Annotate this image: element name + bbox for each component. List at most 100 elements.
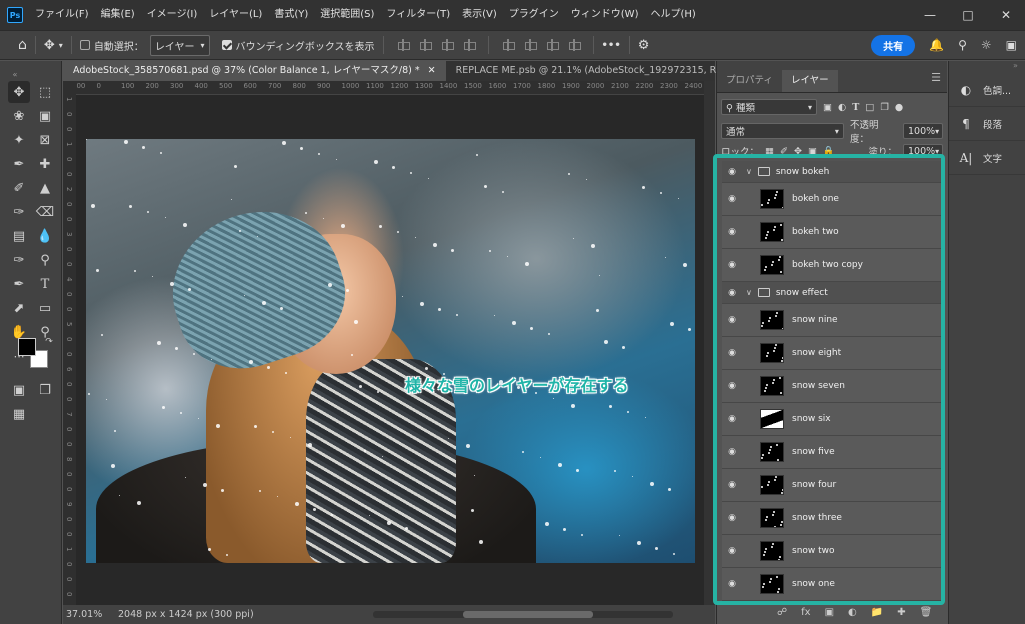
snowflake bbox=[609, 405, 612, 408]
bell-icon[interactable]: 🔔 bbox=[929, 38, 944, 52]
more-options-button[interactable]: ••• bbox=[602, 40, 621, 51]
distribute-vertical-icon[interactable] bbox=[568, 39, 581, 51]
menu-file[interactable]: ファイル(F) bbox=[29, 0, 95, 30]
side-panel-adjustments[interactable]: ◐ 色調... bbox=[949, 73, 1025, 107]
blend-row: 通常 ▾ 不透明度： 100% ▾ bbox=[717, 119, 947, 145]
history-brush-tool-icon[interactable]: ✑ bbox=[8, 201, 30, 223]
ruler-tick-label: 0 bbox=[65, 397, 73, 402]
adjustment-layer-icon[interactable]: ◐ bbox=[848, 607, 857, 618]
brush-tool-icon[interactable]: ✐ bbox=[8, 177, 30, 199]
eraser-tool-icon[interactable]: ⌫ bbox=[34, 201, 56, 223]
auto-select-checkbox[interactable] bbox=[79, 40, 90, 50]
pixel-filter-icon[interactable]: ▣ bbox=[823, 102, 832, 113]
menu-window[interactable]: ウィンドウ(W) bbox=[565, 0, 645, 30]
swap-colors-icon[interactable]: ↷ bbox=[38, 331, 60, 353]
magic-wand-tool-icon[interactable]: ✦ bbox=[8, 129, 30, 151]
link-layers-icon[interactable]: ☍ bbox=[777, 607, 787, 618]
workspace-icon[interactable]: ▣ bbox=[1006, 38, 1017, 52]
maximize-icon[interactable]: □ bbox=[949, 0, 987, 30]
close-icon[interactable]: ✕ bbox=[987, 0, 1025, 30]
menu-edit[interactable]: 編集(E) bbox=[95, 0, 141, 30]
dodge-tool-icon[interactable]: ⚲ bbox=[34, 249, 56, 271]
side-panel-character[interactable]: A| 文字 bbox=[949, 141, 1025, 175]
align-middle-icon[interactable] bbox=[524, 39, 537, 51]
minimize-icon[interactable]: — bbox=[911, 0, 949, 30]
adjustment-filter-icon[interactable]: ◐ bbox=[838, 102, 846, 113]
trash-icon[interactable]: 🗑 bbox=[920, 607, 933, 618]
new-group-icon[interactable]: 📁 bbox=[871, 607, 883, 618]
gradient-tool-icon[interactable]: ▤ bbox=[8, 225, 30, 247]
collapse-icon[interactable]: » bbox=[949, 61, 1025, 73]
shape-filter-icon[interactable]: □ bbox=[865, 102, 874, 113]
align-right-icon[interactable] bbox=[441, 39, 454, 51]
path-select-tool-icon[interactable]: ⬈ bbox=[8, 297, 30, 319]
tab-layers[interactable]: レイヤー bbox=[781, 70, 838, 92]
menu-type[interactable]: 書式(Y) bbox=[268, 0, 314, 30]
ruler-tick-label: 2300 bbox=[660, 82, 678, 90]
distribute-icon[interactable] bbox=[463, 39, 476, 51]
blend-mode-dropdown[interactable]: 通常 ▾ bbox=[721, 123, 844, 139]
menu-help[interactable]: ヘルプ(H) bbox=[644, 0, 701, 30]
filter-toggle-icon[interactable]: ● bbox=[895, 102, 903, 113]
share-button[interactable]: 共有 bbox=[871, 34, 916, 56]
new-layer-icon[interactable]: ✚ bbox=[897, 607, 905, 618]
snowflake bbox=[484, 185, 487, 188]
search-icon[interactable]: ⚲ bbox=[958, 38, 967, 52]
kind-filter-dropdown[interactable]: ⚲ 種類 ▾ bbox=[721, 99, 817, 115]
rectangle-tool-icon[interactable]: ▭ bbox=[34, 297, 56, 319]
ruler-tick-label: 700 bbox=[268, 82, 282, 90]
smart-object-filter-icon[interactable]: ❐ bbox=[880, 102, 889, 113]
eyedropper-tool-icon[interactable]: ✒ bbox=[8, 153, 30, 175]
add-mask-icon[interactable]: ▣ bbox=[825, 607, 834, 618]
align-bottom-icon[interactable] bbox=[546, 39, 559, 51]
pen-tool-icon[interactable]: ✑ bbox=[8, 249, 30, 271]
foreground-color-swatch[interactable] bbox=[18, 338, 36, 356]
type-filter-icon[interactable]: T bbox=[852, 102, 859, 113]
menu-layer[interactable]: レイヤー(L) bbox=[203, 0, 268, 30]
quick-mask-icon[interactable]: ▣ bbox=[8, 379, 30, 401]
align-center-icon[interactable] bbox=[419, 39, 432, 51]
move-tool-icon[interactable]: ✥ bbox=[8, 81, 30, 103]
lightbulb-icon[interactable]: ☼ bbox=[981, 38, 992, 52]
auto-select-option[interactable]: 自動選択： レイヤー ▾ bbox=[79, 34, 210, 56]
zoom-level[interactable]: 37.01% bbox=[66, 609, 116, 620]
home-icon[interactable]: ⌂ bbox=[18, 37, 27, 53]
document-info[interactable]: 2048 px x 1424 px (300 ppi) bbox=[118, 609, 254, 620]
align-top-icon[interactable] bbox=[502, 39, 515, 51]
side-panel-paragraph[interactable]: ¶ 段落 bbox=[949, 107, 1025, 141]
align-left-icon[interactable] bbox=[397, 39, 410, 51]
horizontal-scrollbar[interactable] bbox=[373, 611, 673, 618]
show-bbox-checkbox[interactable] bbox=[221, 40, 232, 50]
move-tool-icon[interactable]: ✥ ▾ bbox=[44, 38, 63, 53]
tab-properties[interactable]: プロパティ bbox=[717, 70, 782, 92]
horizontal-scrollbar-thumb[interactable] bbox=[463, 611, 593, 618]
object-select-tool-icon[interactable]: ▣ bbox=[34, 105, 56, 127]
search-icon: ⚲ bbox=[726, 103, 733, 114]
blur-tool-icon[interactable]: 💧 bbox=[34, 225, 56, 247]
menu-filter[interactable]: フィルター(T) bbox=[380, 0, 456, 30]
canvas-photo[interactable] bbox=[86, 139, 695, 563]
menu-view[interactable]: 表示(V) bbox=[456, 0, 503, 30]
frame-tool-icon[interactable]: ▦ bbox=[8, 403, 30, 425]
document-tab-active[interactable]: AdobeStock_358570681.psd @ 37% (Color Ba… bbox=[63, 61, 446, 81]
crop-tool-icon[interactable]: ⊠ bbox=[34, 129, 56, 151]
stamp-tool-icon[interactable]: ▲ bbox=[34, 177, 56, 199]
snowflake bbox=[96, 269, 99, 272]
gear-icon[interactable]: ⚙ bbox=[638, 38, 650, 53]
opacity-input[interactable]: 100% ▾ bbox=[903, 123, 943, 139]
freeform-pen-tool-icon[interactable]: ✒ bbox=[8, 273, 30, 295]
healing-brush-tool-icon[interactable]: ✚ bbox=[34, 153, 56, 175]
menu-image[interactable]: イメージ(I) bbox=[141, 0, 204, 30]
type-tool-icon[interactable]: T bbox=[34, 273, 56, 295]
menu-plugins[interactable]: プラグイン bbox=[503, 0, 565, 30]
screen-mode-icon[interactable]: ❐ bbox=[34, 379, 56, 401]
lasso-tool-icon[interactable]: ❀ bbox=[8, 105, 30, 127]
panel-menu-icon[interactable]: ☰ bbox=[931, 71, 941, 84]
layer-style-icon[interactable]: fx bbox=[801, 607, 810, 618]
show-bbox-option[interactable]: バウンディングボックスを表示 bbox=[221, 38, 375, 53]
auto-select-dropdown[interactable]: レイヤー ▾ bbox=[149, 34, 210, 56]
document-tabs: AdobeStock_358570681.psd @ 37% (Color Ba… bbox=[63, 61, 759, 81]
close-icon[interactable]: ✕ bbox=[428, 61, 436, 81]
menu-select[interactable]: 選択範囲(S) bbox=[314, 0, 380, 30]
marquee-tool-icon[interactable]: ⬚ bbox=[34, 81, 56, 103]
